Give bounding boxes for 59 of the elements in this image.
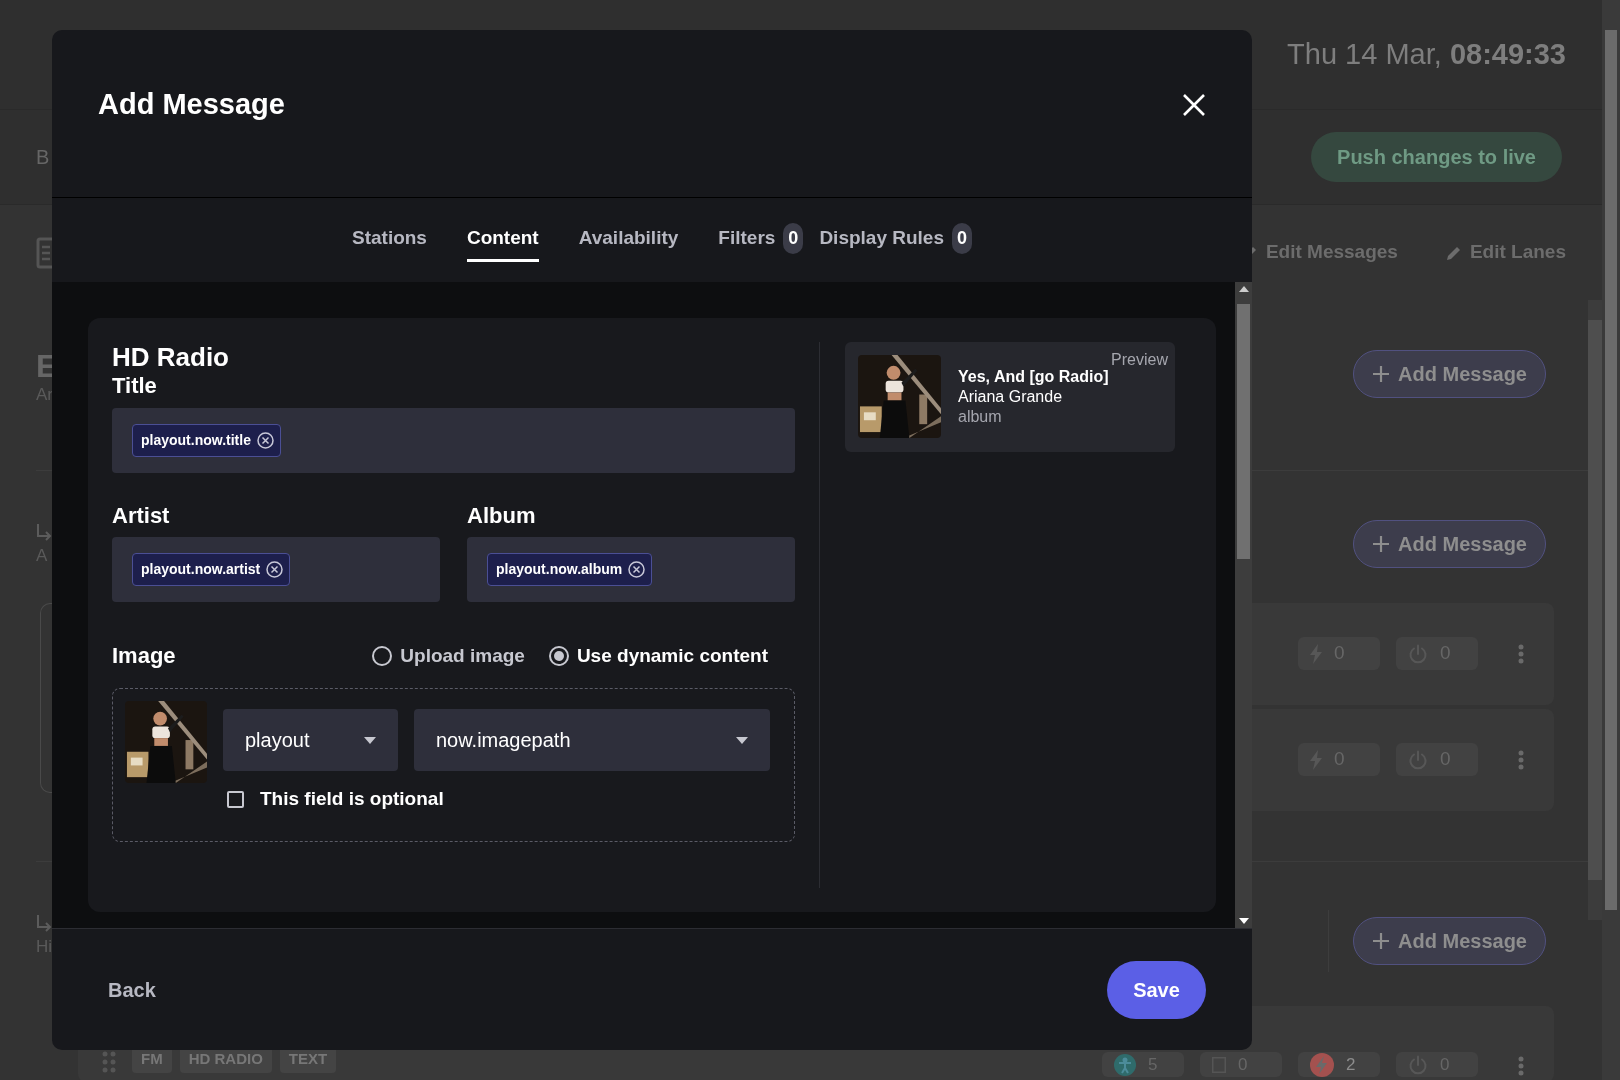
radio-option[interactable]: Upload image	[372, 641, 525, 671]
remove-icon[interactable]	[266, 560, 284, 578]
radio-option[interactable]: Use dynamic content	[548, 641, 768, 671]
field-label: Image	[112, 643, 176, 670]
scrollbar[interactable]	[1235, 282, 1252, 928]
path-select[interactable]: now.imagepath	[414, 709, 770, 772]
close-button[interactable]	[1182, 92, 1206, 117]
count-badge: 0	[783, 223, 804, 254]
checkbox-label: This field is optional	[260, 787, 444, 812]
tab[interactable]: Availability	[578, 218, 679, 262]
token-chip[interactable]: playout.now.album	[487, 552, 653, 586]
count-badge: 0	[952, 223, 972, 254]
token-label: playout.now.title	[141, 430, 251, 450]
field-label: Album	[467, 502, 537, 529]
close-icon	[1182, 93, 1206, 118]
tab[interactable]: Display Rules 0	[819, 217, 972, 263]
track-album: album	[958, 407, 1003, 427]
source-select[interactable]: playout	[223, 709, 398, 772]
plus-icon	[1372, 932, 1391, 950]
radio-button[interactable]	[548, 646, 569, 667]
token-field[interactable]: playout.now.artist	[112, 536, 440, 602]
date-time: Thu 14 Mar, 08:49:33	[1287, 36, 1566, 72]
token-chip[interactable]: playout.now.artist	[132, 552, 291, 586]
radio-button[interactable]	[372, 646, 393, 667]
scrollbar[interactable]	[1602, 0, 1620, 1080]
token-chip[interactable]: playout.now.title	[132, 423, 281, 457]
select-value: playout	[245, 728, 310, 754]
caret-icon	[364, 736, 376, 744]
token-label: playout.now.artist	[141, 559, 261, 579]
return-arrow-icon	[36, 522, 52, 541]
pencil-icon	[1445, 244, 1462, 261]
token-field[interactable]: playout.now.title	[112, 407, 795, 473]
preview-label: Preview	[1111, 350, 1168, 370]
track-artist: Ariana Grande	[958, 387, 1064, 407]
section-title: HD Radio	[112, 342, 230, 374]
checkbox[interactable]	[227, 791, 244, 809]
return-arrow-icon	[36, 913, 52, 932]
tab[interactable]: Stations	[352, 218, 427, 262]
select-value: now.imagepath	[436, 728, 571, 754]
track-title: Yes, And [go Radio]	[958, 367, 1109, 387]
tab[interactable]: Filters 0	[718, 217, 804, 263]
plus-icon	[1372, 365, 1391, 383]
remove-icon[interactable]	[256, 431, 274, 449]
remove-icon[interactable]	[628, 560, 646, 578]
token-label: playout.now.album	[496, 559, 623, 579]
tab[interactable]: Content	[466, 218, 539, 262]
back-button[interactable]: Back	[108, 974, 156, 1005]
plus-icon	[1372, 534, 1391, 553]
save-button[interactable]: Save	[1107, 960, 1206, 1019]
person-icon	[1114, 1053, 1136, 1076]
alert-count: 2	[1346, 1053, 1356, 1076]
field-label: Artist	[112, 502, 171, 529]
bolt-icon	[1310, 1052, 1334, 1077]
caret-icon	[736, 736, 748, 744]
drag-handle-icon[interactable]	[102, 1051, 116, 1073]
scrollbar[interactable]	[1588, 300, 1602, 920]
field-label: Title	[112, 373, 158, 400]
modal-title: Add Message	[98, 87, 285, 122]
token-field[interactable]: playout.now.album	[467, 536, 795, 602]
